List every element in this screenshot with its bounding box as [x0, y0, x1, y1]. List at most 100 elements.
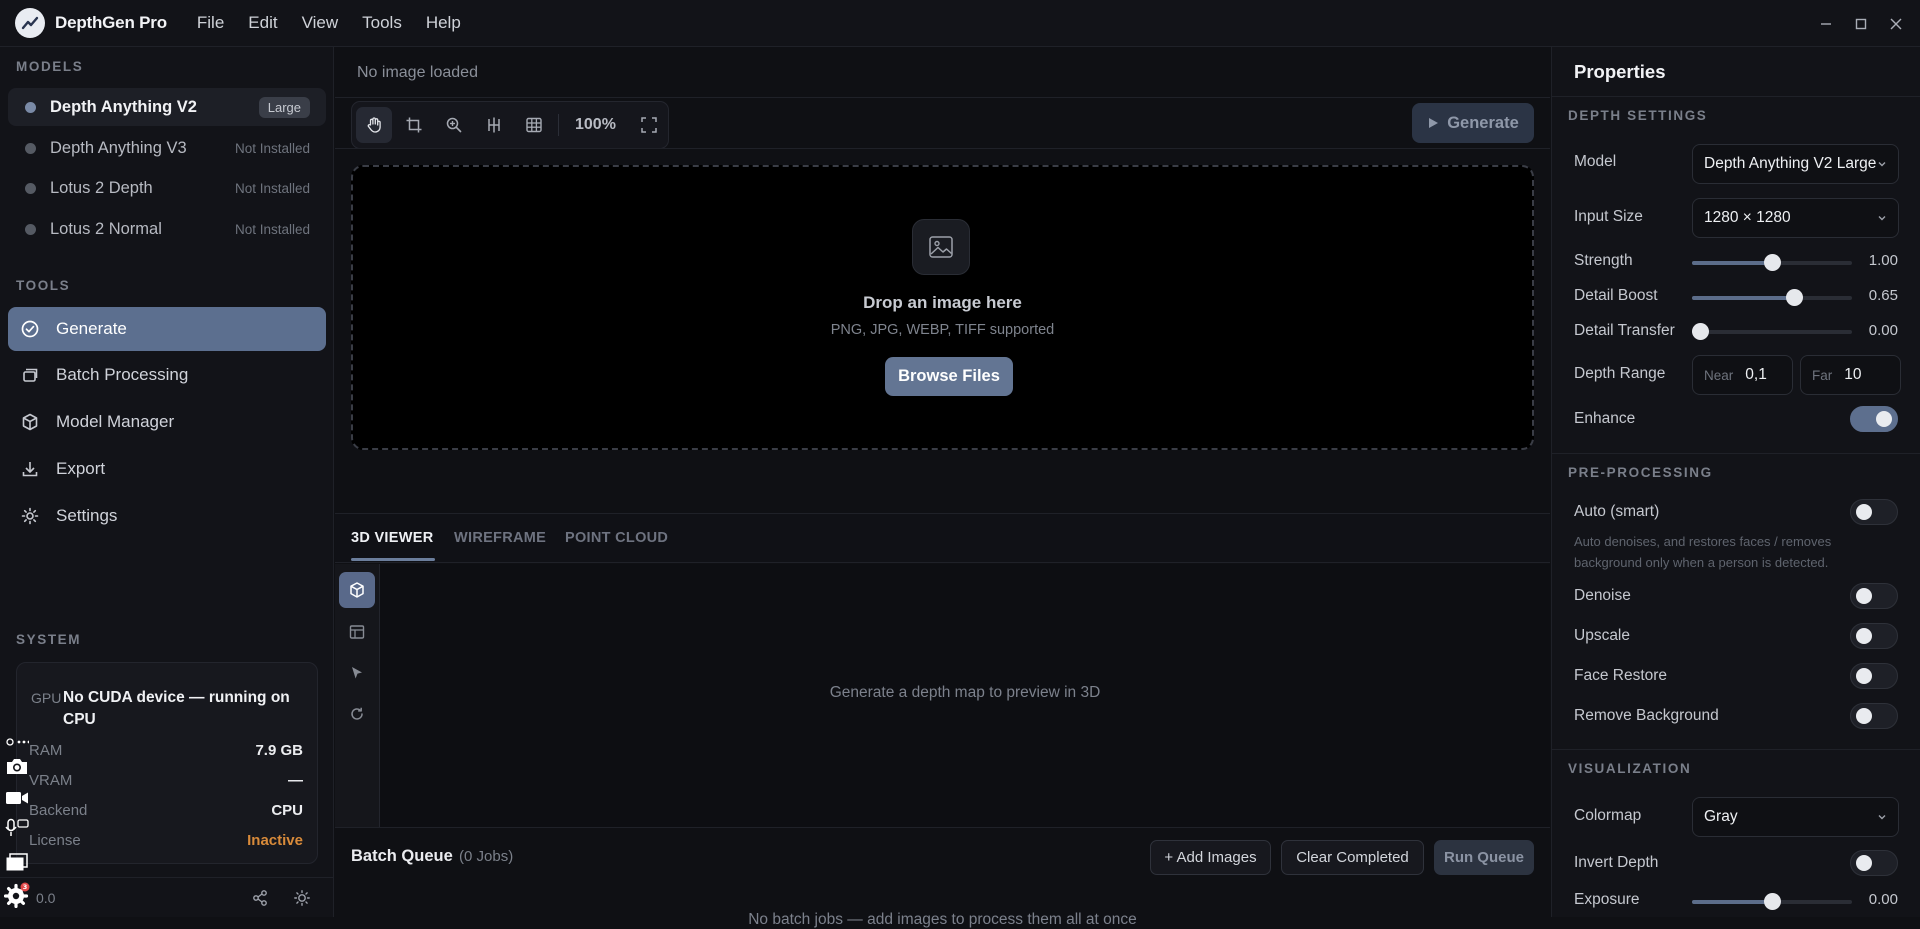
image-placeholder-icon — [912, 219, 970, 275]
vram-row: VRAM — — [29, 772, 303, 789]
compare-split-icon[interactable] — [476, 107, 512, 143]
remove-background-toggle[interactable] — [1850, 703, 1898, 729]
ram-row: RAM 7.9 GB — [29, 742, 303, 759]
denoise-toggle[interactable] — [1850, 583, 1898, 609]
menu-help[interactable]: Help — [426, 13, 461, 33]
tool-item-model-manager[interactable]: Model Manager — [8, 400, 326, 444]
layout-icon[interactable] — [339, 614, 375, 650]
colormap-select[interactable]: Gray — [1692, 797, 1899, 837]
depth-range-label: Depth Range — [1574, 365, 1666, 382]
slider-thumb[interactable] — [1764, 893, 1781, 910]
far-label: Far — [1812, 367, 1833, 383]
properties-panel: Properties DEPTH SETTINGS Model Depth An… — [1551, 47, 1920, 917]
strength-label: Strength — [1574, 252, 1633, 269]
crop-icon[interactable] — [396, 107, 432, 143]
batch-job-count: (0 Jobs) — [459, 848, 514, 865]
check-circle-icon — [20, 319, 40, 339]
slider-fill — [1692, 261, 1772, 265]
input-size-select[interactable]: 1280 × 1280 — [1692, 198, 1899, 238]
detail-boost-slider[interactable] — [1692, 289, 1852, 306]
tab-point-cloud[interactable]: POINT CLOUD — [565, 530, 668, 546]
microphone-icon[interactable] — [4, 816, 30, 840]
model-select-value: Depth Anything V2 Large — [1704, 155, 1877, 172]
more-options-icon[interactable] — [4, 730, 30, 754]
zoom-level[interactable]: 100% — [575, 116, 616, 134]
menu-view[interactable]: View — [302, 13, 339, 33]
section-divider — [1552, 453, 1920, 454]
camera-icon[interactable] — [4, 754, 30, 778]
face-restore-label: Face Restore — [1574, 667, 1668, 684]
strength-slider[interactable] — [1692, 254, 1852, 271]
image-dropzone[interactable]: Drop an image here PNG, JPG, WEBP, TIFF … — [351, 165, 1534, 450]
far-field[interactable]: Far 10 — [1800, 355, 1901, 395]
model-status-dot — [25, 101, 36, 113]
windows-icon[interactable] — [4, 850, 30, 874]
face-restore-toggle[interactable] — [1850, 663, 1898, 689]
tool-item-generate[interactable]: Generate — [8, 307, 326, 351]
toggle-knob — [1856, 588, 1872, 604]
theme-toggle-icon[interactable] — [293, 889, 311, 907]
colormap-value: Gray — [1704, 808, 1738, 825]
add-images-button[interactable]: + Add Images — [1150, 840, 1271, 875]
detail-boost-label: Detail Boost — [1574, 287, 1658, 304]
remove-background-label: Remove Background — [1574, 707, 1719, 724]
cube-view-icon[interactable] — [339, 572, 375, 608]
model-label: Model — [1574, 153, 1617, 170]
enhance-toggle[interactable] — [1850, 406, 1898, 432]
denoise-label: Denoise — [1574, 587, 1631, 604]
model-size-badge: Large — [258, 96, 310, 118]
zoom-in-icon[interactable] — [436, 107, 472, 143]
model-item-lotus-2-normal[interactable]: Lotus 2 Normal Not Installed — [8, 210, 326, 248]
reset-view-icon[interactable] — [339, 696, 375, 732]
title-bar: DepthGen Pro File Edit View Tools Help — [0, 0, 1920, 47]
properties-title: Properties — [1574, 61, 1666, 82]
menu-edit[interactable]: Edit — [248, 13, 277, 33]
fullscreen-icon[interactable] — [631, 107, 667, 143]
model-install-status: Not Installed — [234, 140, 310, 156]
tab-3d-viewer[interactable]: 3D VIEWER — [351, 530, 433, 546]
models-section-title: MODELS — [16, 59, 84, 74]
invert-depth-toggle[interactable] — [1850, 850, 1898, 876]
model-install-status: Not Installed — [234, 180, 310, 196]
near-field[interactable]: Near 0,1 — [1692, 355, 1793, 395]
detail-transfer-slider[interactable] — [1692, 323, 1852, 340]
slider-thumb[interactable] — [1764, 254, 1781, 271]
close-icon[interactable] — [1888, 16, 1904, 32]
pointer-icon[interactable] — [339, 655, 375, 691]
vram-key: VRAM — [29, 772, 73, 789]
video-camera-icon[interactable] — [4, 786, 30, 810]
grid-icon[interactable] — [516, 107, 552, 143]
slider-thumb[interactable] — [1786, 289, 1804, 306]
viewer-tabs: 3D VIEWER WIREFRAME POINT CLOUD — [335, 513, 1550, 563]
detail-transfer-value: 0.00 — [1868, 322, 1898, 339]
model-item-lotus-2-depth[interactable]: Lotus 2 Depth Not Installed — [8, 169, 326, 207]
tools-section-title: TOOLS — [16, 278, 71, 293]
menu-file[interactable]: File — [197, 13, 224, 33]
run-queue-button[interactable]: Run Queue — [1434, 840, 1534, 875]
generate-button[interactable]: Generate — [1412, 103, 1534, 143]
model-select[interactable]: Depth Anything V2 Large — [1692, 144, 1899, 184]
tab-wireframe[interactable]: WIREFRAME — [454, 530, 546, 546]
ram-value: 7.9 GB — [255, 742, 303, 759]
tool-item-settings[interactable]: Settings — [8, 494, 326, 538]
tool-item-batch-processing[interactable]: Batch Processing — [8, 353, 326, 397]
model-item-depth-anything-v2[interactable]: Depth Anything V2 Large — [8, 88, 326, 126]
slider-thumb[interactable] — [1692, 323, 1709, 340]
auto-smart-toggle[interactable] — [1850, 499, 1898, 525]
tray-settings-icon[interactable]: 3 — [4, 882, 30, 908]
model-name: Lotus 2 Normal — [50, 219, 162, 238]
tool-item-export[interactable]: Export — [8, 447, 326, 491]
share-icon[interactable] — [251, 889, 269, 907]
clear-completed-button[interactable]: Clear Completed — [1281, 840, 1424, 875]
model-item-depth-anything-v3[interactable]: Depth Anything V3 Not Installed — [8, 129, 326, 167]
maximize-icon[interactable] — [1853, 16, 1869, 32]
browse-files-button[interactable]: Browse Files — [885, 357, 1013, 396]
upscale-toggle[interactable] — [1850, 623, 1898, 649]
gear-icon — [20, 506, 40, 526]
chevron-down-icon — [1878, 216, 1886, 221]
exposure-slider[interactable] — [1692, 893, 1852, 910]
license-key: License — [29, 832, 81, 849]
minimize-icon[interactable] — [1818, 16, 1834, 32]
pan-hand-icon[interactable] — [356, 107, 392, 143]
menu-tools[interactable]: Tools — [362, 13, 402, 33]
